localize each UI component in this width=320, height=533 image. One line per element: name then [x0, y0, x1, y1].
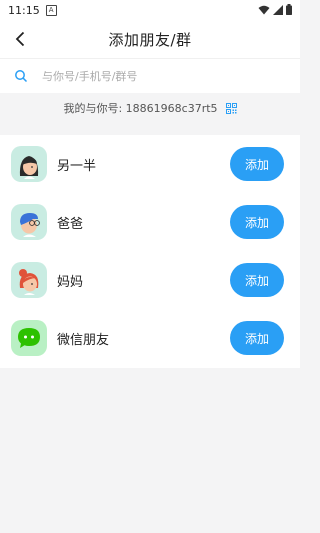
qr-code-icon[interactable]	[225, 102, 237, 114]
wifi-icon	[258, 5, 270, 14]
status-icons	[258, 4, 292, 15]
page-title: 添加朋友/群	[108, 30, 192, 49]
add-button[interactable]: 添加	[230, 205, 284, 239]
app-header: 添加朋友/群	[0, 20, 300, 58]
contact-name: 妈妈	[57, 274, 84, 290]
list-item-partner: 另一半 添加	[0, 135, 300, 193]
avatar-mom-icon	[11, 262, 47, 298]
contact-name: 爸爸	[57, 216, 84, 232]
my-id-line: 我的与你号: 18861968c37rt5	[0, 92, 300, 124]
wechat-icon	[11, 320, 47, 356]
list-item-dad: 爸爸 添加	[0, 193, 300, 251]
back-button[interactable]	[10, 29, 30, 49]
list-item-wechat-friends: 微信朋友 添加	[0, 309, 300, 367]
search-icon	[15, 70, 28, 83]
chevron-left-icon	[15, 31, 25, 47]
add-button[interactable]: 添加	[230, 263, 284, 297]
contact-name: 另一半	[57, 158, 97, 174]
avatar-woman-icon	[11, 146, 47, 182]
contact-name: 微信朋友	[57, 332, 110, 348]
add-friend-screen: 11:15 A 添加朋友/群 与你号/手机号/群号 我的与你号: 1886196…	[0, 0, 300, 533]
add-button[interactable]: 添加	[230, 147, 284, 181]
list-item-mom: 妈妈 添加	[0, 251, 300, 309]
avatar-dad-icon	[11, 204, 47, 240]
status-time: 11:15	[8, 3, 40, 17]
my-id-text: 我的与你号: 18861968c37rt5	[63, 102, 218, 115]
notification-badge-icon: A	[45, 4, 57, 16]
cellular-signal-icon	[273, 4, 283, 15]
search-bar	[0, 58, 300, 93]
add-button[interactable]: 添加	[230, 321, 284, 355]
contact-list: 另一半 添加 爸爸 添加 妈妈 添加 微信朋友 添加	[0, 135, 300, 368]
status-bar: 11:15 A	[0, 0, 300, 20]
battery-icon	[286, 4, 292, 15]
search-input[interactable]	[40, 68, 274, 84]
